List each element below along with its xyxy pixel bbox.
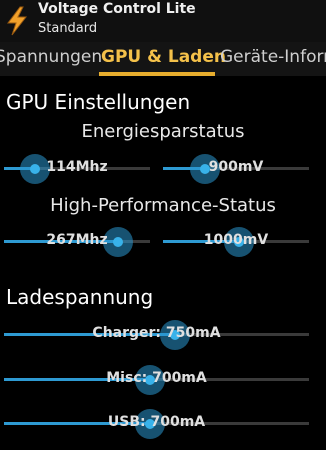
charger-current-slider[interactable]: Charger: 750mA [4, 320, 309, 350]
misc-current-value: Misc: 700mA [106, 370, 207, 386]
charging-voltage-heading: Ladespannung [6, 285, 154, 309]
misc-current-slider[interactable]: Misc: 700mA [4, 365, 309, 395]
high-performance-voltage-slider[interactable]: 1000mV [163, 227, 309, 257]
active-tab-indicator [99, 72, 215, 76]
power-saving-voltage-value: 900mV [208, 159, 264, 175]
tab-strip: Spannungen GPU & Laden Geräte-Inform [0, 42, 326, 76]
high-performance-frequency-slider[interactable]: 267Mhz [4, 227, 150, 257]
power-saving-frequency-value: 114Mhz [46, 159, 108, 175]
power-saving-frequency-slider[interactable]: 114Mhz [4, 154, 150, 184]
high-performance-voltage-value: 1000mV [203, 232, 269, 248]
tab-gpu-laden[interactable]: GPU & Laden [101, 47, 226, 67]
title-bar: Voltage Control Lite Standard [0, 0, 326, 42]
tab-geraete-info[interactable]: Geräte-Inform [220, 47, 326, 67]
app-title: Voltage Control Lite [38, 1, 196, 17]
tab-spannungen[interactable]: Spannungen [0, 47, 102, 67]
lightning-app-icon [7, 6, 28, 36]
high-performance-title: High-Performance-Status [50, 195, 276, 216]
usb-current-slider[interactable]: USB: 700mA [4, 409, 309, 439]
app-subtitle: Standard [38, 21, 98, 36]
usb-current-value: USB: 700mA [107, 414, 206, 430]
gpu-settings-heading: GPU Einstellungen [6, 90, 191, 114]
high-performance-frequency-value: 267Mhz [46, 232, 108, 248]
charger-current-value: Charger: 750mA [92, 325, 221, 341]
power-saving-title: Energiesparstatus [81, 121, 245, 142]
power-saving-voltage-slider[interactable]: 900mV [163, 154, 309, 184]
